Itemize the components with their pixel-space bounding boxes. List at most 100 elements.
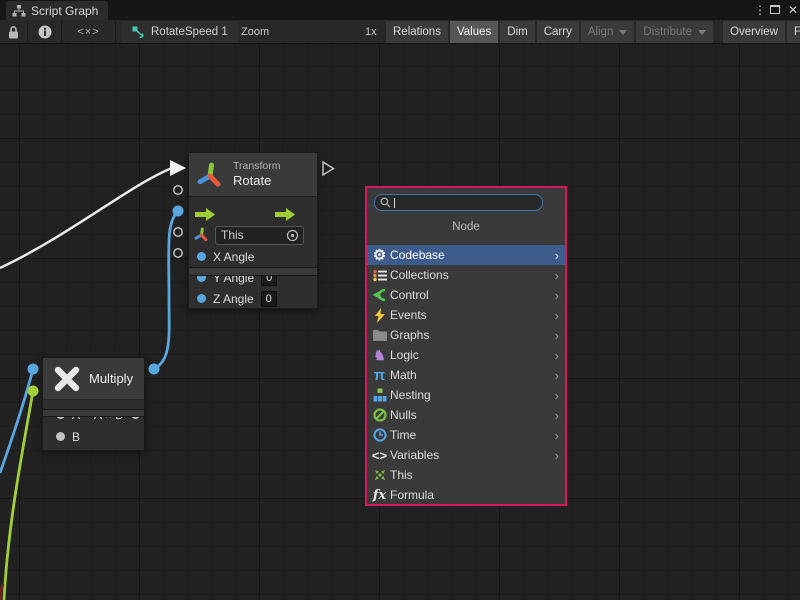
text-cursor bbox=[394, 198, 395, 208]
null-icon bbox=[371, 407, 388, 423]
align-dropdown[interactable]: Align bbox=[581, 21, 635, 43]
window-menu-icon[interactable]: ⋮ bbox=[752, 0, 768, 20]
exec-row bbox=[189, 205, 317, 223]
breadcrumb-rotatespeed[interactable]: RotateSpeed 1 bbox=[122, 21, 238, 43]
finder-item-time[interactable]: Time › bbox=[367, 425, 565, 445]
multiply-icon bbox=[53, 365, 81, 393]
finder-item-events[interactable]: Events › bbox=[367, 305, 565, 325]
finder-item-variables[interactable]: <> Variables › bbox=[367, 445, 565, 465]
distribute-dropdown[interactable]: Distribute bbox=[636, 21, 713, 43]
code-view-button[interactable]: <×> bbox=[62, 20, 116, 44]
control-icon bbox=[371, 287, 388, 303]
finder-item-math[interactable]: π Math › bbox=[367, 365, 565, 385]
tab-script-graph[interactable]: Script Graph bbox=[6, 1, 108, 20]
chevron-right-icon: › bbox=[555, 249, 559, 262]
transform-mini-icon bbox=[194, 227, 209, 243]
tab-bar: Script Graph ⋮ ✕ bbox=[0, 0, 800, 20]
multiply-node-footer bbox=[42, 409, 145, 417]
value-port-icon[interactable] bbox=[197, 252, 206, 261]
chevron-right-icon: › bbox=[555, 349, 559, 362]
object-picker-icon[interactable] bbox=[286, 229, 299, 242]
value-port-icon[interactable] bbox=[56, 432, 65, 441]
finder-item-codebase[interactable]: ⚙ Codebase › bbox=[367, 245, 565, 265]
values-button[interactable]: Values bbox=[450, 21, 498, 43]
logic-icon: ♞ bbox=[371, 347, 388, 363]
formula-icon: fx bbox=[371, 487, 388, 503]
pi-icon: π bbox=[371, 367, 388, 383]
port-row-z-angle[interactable]: Z Angle 0 bbox=[189, 290, 317, 307]
chevron-right-icon: › bbox=[555, 269, 559, 282]
multiply-node[interactable]: Multiply A A × B B bbox=[42, 357, 145, 451]
transform-node-footer bbox=[188, 267, 318, 276]
transform-axis-icon bbox=[197, 161, 223, 189]
value-port-icon[interactable] bbox=[197, 294, 206, 303]
finder-item-this[interactable]: This bbox=[367, 465, 565, 485]
port-label: X Angle bbox=[213, 250, 254, 264]
finder-item-control[interactable]: Control › bbox=[367, 285, 565, 305]
variables-icon: <> bbox=[371, 447, 388, 463]
chevron-down-icon bbox=[619, 30, 627, 35]
zoom-label: Zoom bbox=[241, 20, 269, 44]
script-graph-window: Script Graph ⋮ ✕ <×> bbox=[0, 0, 800, 600]
this-object-field[interactable]: This bbox=[215, 226, 304, 245]
fuzzy-finder-popup: Node ⚙ Codebase › Collections › bbox=[365, 186, 567, 506]
clock-icon bbox=[371, 427, 388, 443]
search-input[interactable] bbox=[374, 194, 543, 211]
finder-list: ⚙ Codebase › Collections › bbox=[367, 245, 565, 505]
full-screen-button[interactable]: Full Screen bbox=[787, 21, 800, 43]
folder-icon bbox=[371, 327, 388, 343]
finder-item-logic[interactable]: ♞ Logic › bbox=[367, 345, 565, 365]
info-button[interactable] bbox=[28, 20, 62, 44]
z-angle-value-field[interactable]: 0 bbox=[261, 291, 277, 307]
port-row-x-angle[interactable]: X Angle bbox=[189, 248, 317, 265]
graph-toolbar: <×> RotateSpeed 1 Zoom 1x Relations Valu… bbox=[0, 20, 800, 44]
chevron-right-icon: › bbox=[555, 309, 559, 322]
chevron-down-icon bbox=[698, 30, 706, 35]
nesting-icon bbox=[371, 387, 388, 403]
finder-item-nulls[interactable]: Nulls › bbox=[367, 405, 565, 425]
port-label: B bbox=[72, 430, 80, 444]
finder-item-graphs[interactable]: Graphs › bbox=[367, 325, 565, 345]
code-view-icon: <×> bbox=[77, 26, 99, 38]
this-row: This bbox=[189, 224, 317, 246]
finder-item-formula[interactable]: fx Formula bbox=[367, 485, 565, 505]
graph-node-icon bbox=[132, 26, 145, 39]
finder-item-collections[interactable]: Collections › bbox=[367, 265, 565, 285]
carry-button[interactable]: Carry bbox=[537, 21, 579, 43]
chevron-right-icon: › bbox=[555, 389, 559, 402]
this-icon bbox=[371, 467, 388, 483]
multiply-header[interactable]: Multiply bbox=[43, 358, 144, 400]
port-label: Z Angle bbox=[213, 292, 254, 306]
tab-title: Script Graph bbox=[31, 4, 98, 18]
finder-item-nesting[interactable]: Nesting › bbox=[367, 385, 565, 405]
lightning-icon bbox=[371, 307, 388, 323]
exec-input-port[interactable] bbox=[195, 208, 215, 221]
transform-rotate-header[interactable]: Transform Rotate bbox=[189, 153, 317, 197]
chevron-right-icon: › bbox=[555, 369, 559, 382]
node-category: Transform bbox=[233, 160, 280, 173]
finder-header: Node bbox=[367, 221, 565, 233]
port-row-b[interactable]: B bbox=[43, 428, 144, 445]
chevron-right-icon: › bbox=[555, 409, 559, 422]
chevron-right-icon: › bbox=[555, 329, 559, 342]
close-icon[interactable]: ✕ bbox=[786, 0, 800, 20]
collections-icon bbox=[371, 267, 388, 283]
dim-button[interactable]: Dim bbox=[500, 21, 534, 43]
chevron-right-icon: › bbox=[555, 449, 559, 462]
breadcrumb-label: RotateSpeed 1 bbox=[151, 26, 228, 38]
info-icon bbox=[38, 25, 52, 39]
transform-rotate-node[interactable]: Transform Rotate bbox=[188, 152, 318, 309]
lock-button[interactable] bbox=[0, 20, 28, 44]
relations-button[interactable]: Relations bbox=[386, 21, 448, 43]
this-field-value: This bbox=[221, 228, 286, 242]
node-title: Multiply bbox=[89, 371, 133, 386]
overview-button[interactable]: Overview bbox=[723, 21, 785, 43]
zoom-value: 1x bbox=[365, 20, 377, 44]
node-title: Rotate bbox=[233, 173, 280, 189]
maximize-icon[interactable] bbox=[770, 5, 780, 14]
exec-output-port[interactable] bbox=[275, 208, 295, 221]
lock-icon bbox=[8, 26, 19, 39]
search-icon bbox=[380, 197, 391, 208]
graph-asset-icon bbox=[12, 5, 26, 17]
chevron-right-icon: › bbox=[555, 289, 559, 302]
